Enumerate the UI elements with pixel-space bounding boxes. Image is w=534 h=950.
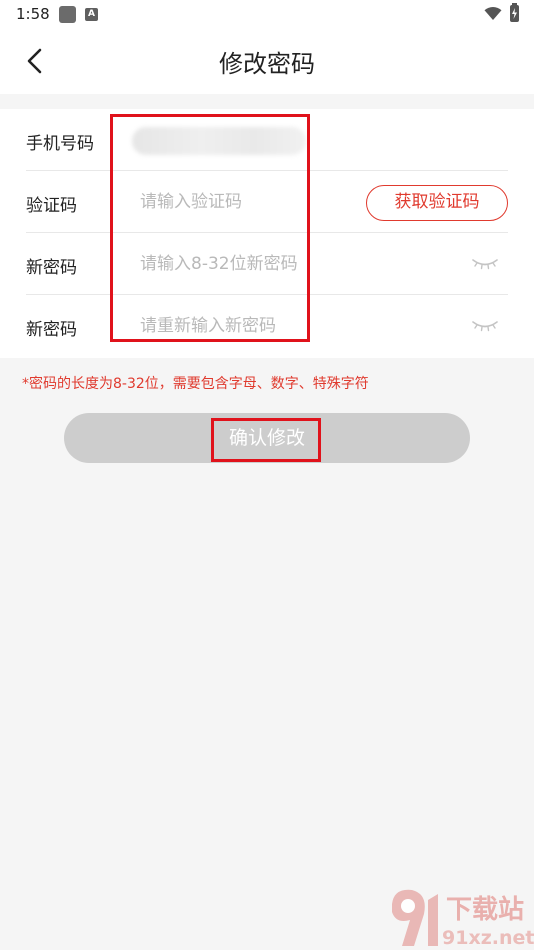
password-form: 手机号码 验证码 获取验证码 新密码 新密码 [0, 109, 534, 358]
wifi-icon [484, 7, 502, 20]
status-time: 1:58 [16, 5, 50, 23]
phone-label: 手机号码 [26, 134, 94, 154]
password-rule-hint: *密码的长度为8-32位，需要包含字母、数字、特殊字符 [22, 376, 369, 392]
svg-text:91xz.net: 91xz.net [442, 927, 534, 949]
eye-closed-icon[interactable] [472, 257, 498, 271]
eye-closed-icon[interactable] [472, 319, 498, 333]
new-password-label: 新密码 [26, 258, 77, 278]
site-watermark-logo: 下载站 91xz.net [392, 889, 534, 949]
get-code-button[interactable]: 获取验证码 [366, 185, 508, 221]
new-password-row: 新密码 [26, 233, 508, 295]
header: 修改密码 [0, 30, 534, 94]
page-title: 修改密码 [219, 50, 315, 78]
square-app-icon [59, 6, 76, 23]
phone-row: 手机号码 [26, 109, 508, 171]
confirm-password-input[interactable] [140, 307, 360, 345]
status-bar: 1:58 A [0, 0, 534, 30]
code-input[interactable] [140, 183, 360, 221]
battery-charging-icon [510, 3, 519, 22]
a-letter-icon: A [85, 8, 98, 21]
code-row: 验证码 获取验证码 [26, 171, 508, 233]
confirm-change-button[interactable]: 确认修改 [64, 413, 470, 463]
new-password-input[interactable] [140, 245, 360, 283]
svg-text:下载站: 下载站 [446, 895, 524, 925]
confirm-password-row: 新密码 [26, 295, 508, 357]
code-label: 验证码 [26, 196, 77, 216]
phone-number-blurred [132, 127, 306, 155]
confirm-password-label: 新密码 [26, 320, 77, 340]
